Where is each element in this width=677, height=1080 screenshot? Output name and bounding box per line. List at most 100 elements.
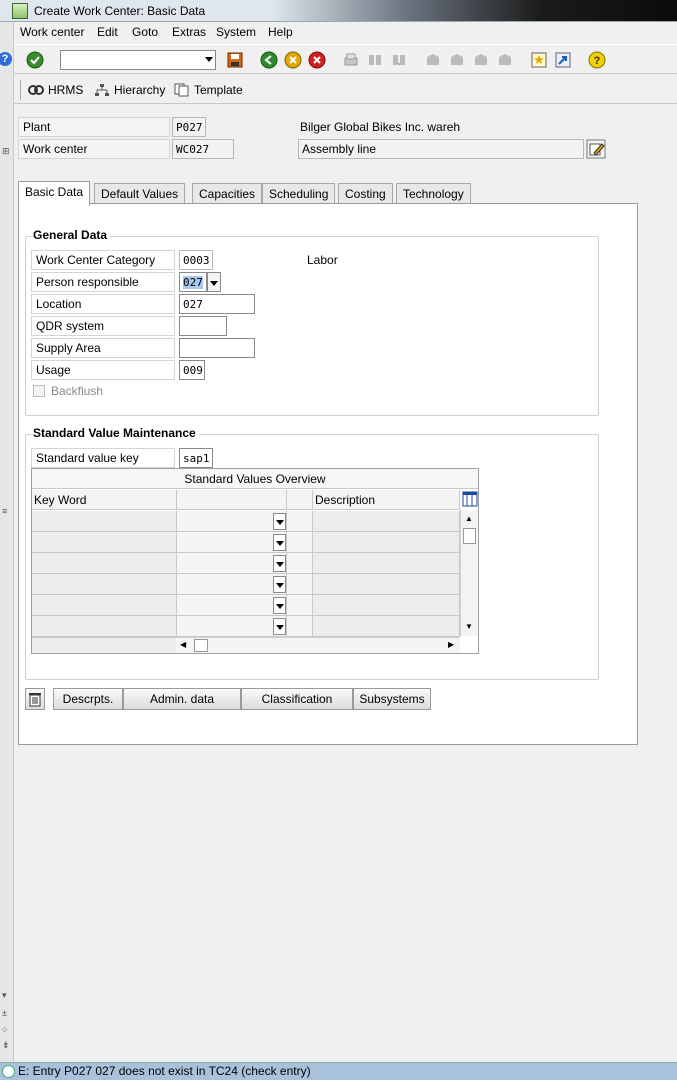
edit-long-text-icon[interactable] [586, 139, 606, 159]
chevron-down-icon[interactable] [273, 576, 286, 593]
menu-extras[interactable]: Extras [172, 25, 206, 39]
classification-button[interactable]: Classification [241, 688, 353, 710]
tab-costing[interactable]: Costing [338, 183, 393, 205]
new-session-icon[interactable] [530, 51, 548, 69]
category-field: 0003 [179, 250, 213, 270]
chevron-down-icon[interactable] [273, 555, 286, 572]
row-value-cell[interactable] [177, 553, 287, 574]
column-header-description[interactable]: Description [313, 490, 460, 510]
menu-edit[interactable]: Edit [97, 25, 118, 39]
table-settings-icon[interactable] [462, 491, 478, 507]
qdr-system-field[interactable] [179, 316, 227, 336]
row-unit-cell[interactable] [287, 532, 313, 553]
scroll-left-icon[interactable]: ◀ [180, 640, 186, 649]
column-header-key-word[interactable]: Key Word [32, 490, 177, 510]
scroll-down-icon[interactable]: ▼ [465, 622, 473, 631]
column-header-unit[interactable] [287, 490, 313, 510]
scroll-thumb[interactable] [463, 528, 476, 544]
work-center-label: Work center [18, 139, 170, 159]
edge-circle-icon[interactable]: ○ [2, 1024, 7, 1034]
edge-up-icon[interactable]: ± [2, 1008, 7, 1018]
help-question-icon[interactable]: ? [588, 51, 606, 69]
general-data-title: General Data [33, 228, 111, 242]
category-label: Work Center Category [31, 250, 175, 270]
scroll-right-icon[interactable]: ▶ [448, 640, 454, 649]
row-value-cell[interactable] [177, 532, 287, 553]
chevron-down-icon[interactable] [273, 513, 286, 530]
back-icon[interactable] [260, 51, 278, 69]
table-footer-left [32, 637, 177, 653]
row-description-cell [313, 574, 460, 595]
descriptions-button[interactable]: Descrpts. [53, 688, 123, 710]
table-horizontal-scrollbar[interactable]: ◀ ▶ [176, 637, 460, 653]
template-label: Template [194, 83, 243, 97]
delete-button[interactable] [25, 688, 45, 710]
menu-system[interactable]: System [216, 25, 256, 39]
tab-technology[interactable]: Technology [396, 183, 471, 205]
row-value-cell[interactable] [177, 574, 287, 595]
person-responsible-value: 027 [183, 276, 203, 289]
template-button[interactable]: Template [174, 82, 243, 98]
link-icon [28, 85, 44, 95]
edge-grip-icon[interactable]: ≡ [2, 506, 7, 516]
standard-value-key-label: Standard value key [31, 448, 175, 468]
scroll-thumb[interactable] [194, 639, 208, 652]
supply-area-field[interactable] [179, 338, 255, 358]
row-value-cell[interactable] [177, 616, 287, 637]
tab-capacities[interactable]: Capacities [192, 183, 263, 205]
column-header-value[interactable] [177, 490, 287, 510]
hrms-button[interactable]: HRMS [28, 82, 83, 98]
chevron-down-icon[interactable] [273, 534, 286, 551]
row-unit-cell[interactable] [287, 574, 313, 595]
edge-icon: ⊞ [2, 146, 10, 156]
chevron-down-icon[interactable] [273, 618, 286, 635]
tab-basic-data[interactable]: Basic Data [18, 181, 91, 206]
backflush-checkbox[interactable] [33, 385, 45, 397]
row-unit-cell[interactable] [287, 616, 313, 637]
plant-description: Bilger Global Bikes Inc. wareh [300, 120, 461, 134]
location-field[interactable]: 027 [179, 294, 255, 314]
usage-field[interactable]: 009 [179, 360, 205, 380]
hierarchy-button[interactable]: Hierarchy [94, 82, 165, 98]
row-keyword-cell [32, 553, 177, 574]
row-keyword-cell [32, 574, 177, 595]
chevron-down-icon[interactable] [205, 57, 213, 62]
table-title: Standard Values Overview [32, 469, 478, 489]
exit-icon[interactable] [284, 51, 302, 69]
scroll-up-icon[interactable]: ▲ [465, 514, 473, 523]
admin-data-button[interactable]: Admin. data [123, 688, 241, 710]
save-icon[interactable] [226, 51, 244, 69]
location-label: Location [31, 294, 175, 314]
application-toolbar: HRMS Hierarchy Template [14, 76, 677, 104]
chevron-down-icon[interactable] [273, 597, 286, 614]
edge-bottom-icon[interactable]: ⇟ [2, 1040, 10, 1051]
row-description-cell [313, 616, 460, 637]
enter-icon[interactable] [26, 51, 44, 69]
person-responsible-field[interactable]: 027 [179, 272, 207, 292]
supply-area-label: Supply Area [31, 338, 175, 358]
row-unit-cell[interactable] [287, 595, 313, 616]
row-keyword-cell [32, 511, 177, 532]
menu-goto[interactable]: Goto [132, 25, 158, 39]
row-value-cell[interactable] [177, 511, 287, 532]
person-responsible-dropdown[interactable] [207, 272, 221, 292]
status-message[interactable]: E: Entry P027 027 does not exist in TC24… [18, 1063, 311, 1080]
help-icon[interactable]: ? [0, 52, 12, 66]
command-field[interactable] [60, 50, 216, 70]
cancel-icon[interactable] [308, 51, 326, 69]
standard-value-key-field[interactable]: sap1 [179, 448, 213, 468]
subsystems-button[interactable]: Subsystems [353, 688, 431, 710]
svg-text:?: ? [594, 55, 601, 67]
menu-work-center[interactable]: Work center [20, 25, 84, 39]
shortcut-icon[interactable] [554, 51, 572, 69]
menu-help[interactable]: Help [268, 25, 293, 39]
tab-default-values[interactable]: Default Values [94, 183, 186, 205]
table-vertical-scrollbar[interactable]: ▲ ▼ [460, 510, 478, 636]
row-unit-cell[interactable] [287, 511, 313, 532]
edge-down-icon[interactable]: ▾ [2, 990, 7, 1001]
row-unit-cell[interactable] [287, 553, 313, 574]
tab-scheduling[interactable]: Scheduling [262, 183, 336, 205]
backflush-label: Backflush [51, 384, 104, 398]
row-description-cell [313, 511, 460, 532]
row-value-cell[interactable] [177, 595, 287, 616]
